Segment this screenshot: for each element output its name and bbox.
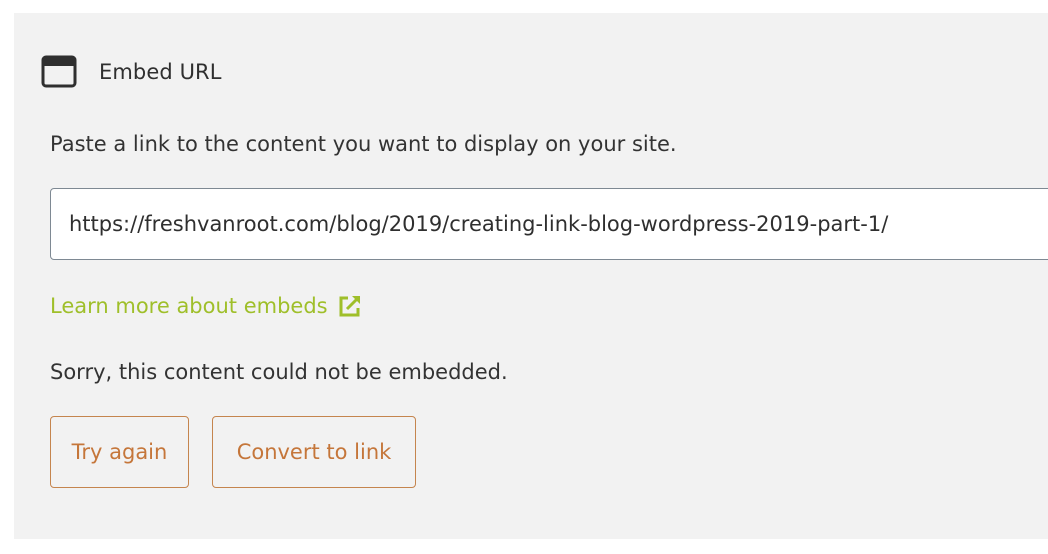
try-again-button[interactable]: Try again [50, 416, 189, 488]
browser-window-icon [41, 55, 77, 88]
embed-header: Embed URL [41, 54, 222, 90]
embed-title: Embed URL [99, 60, 222, 84]
embed-url-input[interactable] [50, 188, 1048, 260]
learn-more-link[interactable]: Learn more about embeds [50, 290, 362, 322]
embed-instructions: Paste a link to the content you want to … [50, 132, 677, 156]
convert-to-link-button[interactable]: Convert to link [212, 416, 416, 488]
external-link-icon [339, 296, 360, 317]
learn-more-label: Learn more about embeds [50, 294, 328, 318]
embed-error-message: Sorry, this content could not be embedde… [50, 360, 508, 384]
